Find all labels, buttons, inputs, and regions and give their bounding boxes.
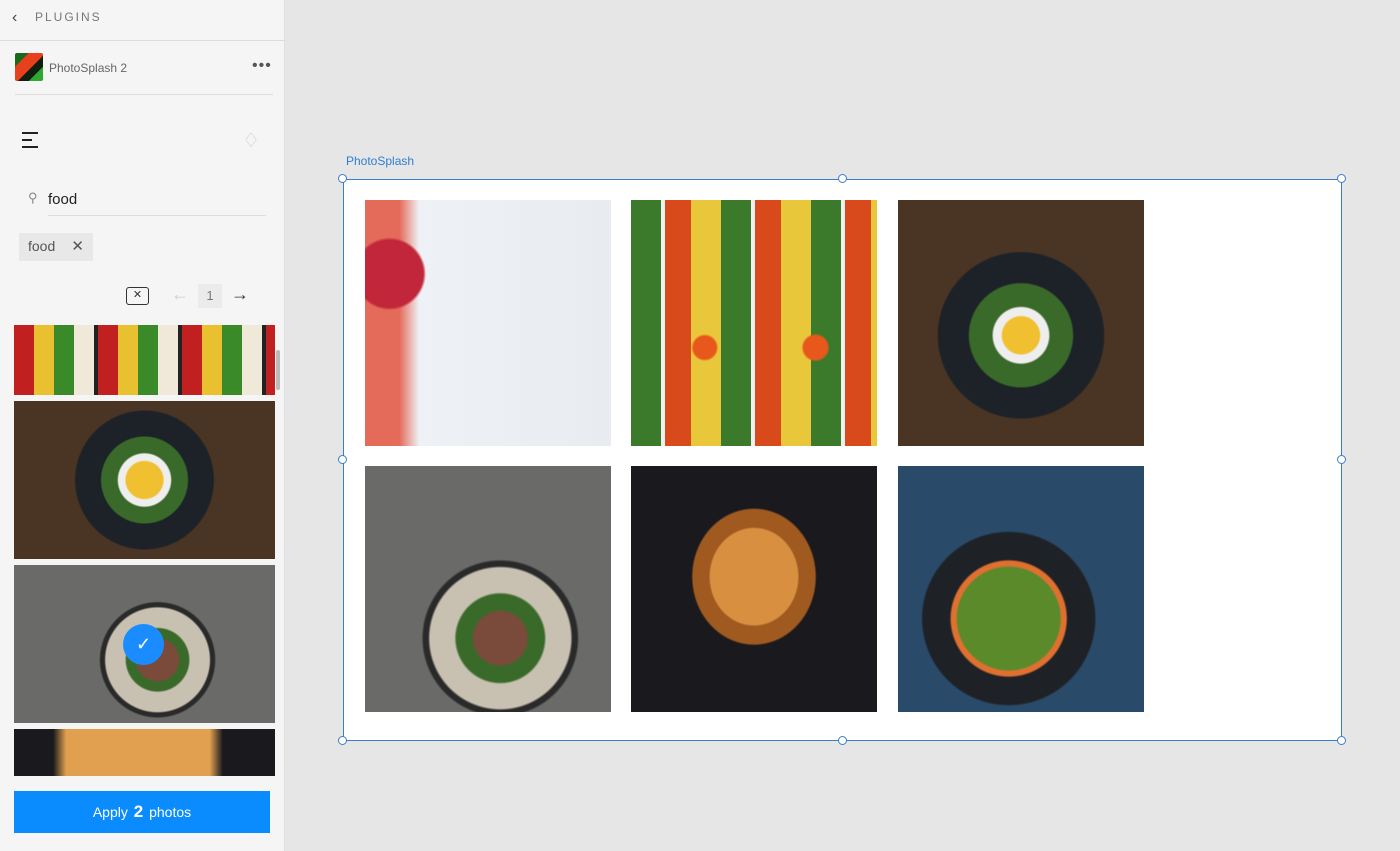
resize-handle[interactable] [1337,455,1346,464]
resize-handle[interactable] [838,174,847,183]
resize-handle[interactable] [838,736,847,745]
clear-selection-button[interactable]: ✕ [126,287,149,305]
back-chevron-icon[interactable]: ‹ [12,9,17,27]
photo-thumbnail[interactable] [14,325,275,395]
plugin-panel: ‹ PLUGINS PhotoSplash 2 ••• ♢ ⚲ food ✕ ✕… [0,0,285,851]
divider [15,94,273,95]
photo-thumbnail[interactable] [14,729,275,776]
tag-chip: food ✕ [19,233,93,261]
page-number: 1 [198,284,222,308]
plugin-name: PhotoSplash 2 [49,61,128,75]
close-icon[interactable]: ✕ [71,237,84,255]
photo-thumbnail[interactable] [14,401,275,559]
artboard[interactable] [343,179,1342,741]
more-options-icon[interactable]: ••• [252,57,272,75]
arrow-left-icon[interactable]: ← [171,284,189,305]
apply-photos-button[interactable]: Apply 2 photos [14,791,270,833]
artboard-label[interactable]: PhotoSplash [346,154,414,168]
apply-count: 2 [133,802,144,821]
menu-icon[interactable] [22,132,38,148]
search-icon: ⚲ [28,190,38,205]
resize-handle[interactable] [338,736,347,745]
photo-5[interactable] [631,466,877,712]
apply-prefix: Apply [92,804,128,820]
plugin-logo [15,53,43,81]
resize-handle[interactable] [1337,174,1346,183]
resize-handle[interactable] [338,455,347,464]
tag-label: food [28,238,56,254]
resize-handle[interactable] [1337,736,1346,745]
resize-handle[interactable] [338,174,347,183]
photo-2[interactable] [631,200,877,446]
photo-6[interactable] [898,466,1144,712]
photo-4[interactable] [365,466,611,712]
search-input[interactable] [48,184,266,216]
arrow-right-icon[interactable]: → [231,284,249,305]
photo-3[interactable] [898,200,1144,446]
plugins-back-link[interactable]: PLUGINS [35,10,102,24]
apply-suffix: photos [149,804,192,820]
checkmark-icon[interactable]: ✓ [123,624,164,665]
photo-1[interactable] [365,200,611,446]
premium-diamond-icon[interactable]: ♢ [242,128,260,153]
scrollbar[interactable] [276,350,280,390]
panel-header: ‹ PLUGINS [0,0,285,41]
